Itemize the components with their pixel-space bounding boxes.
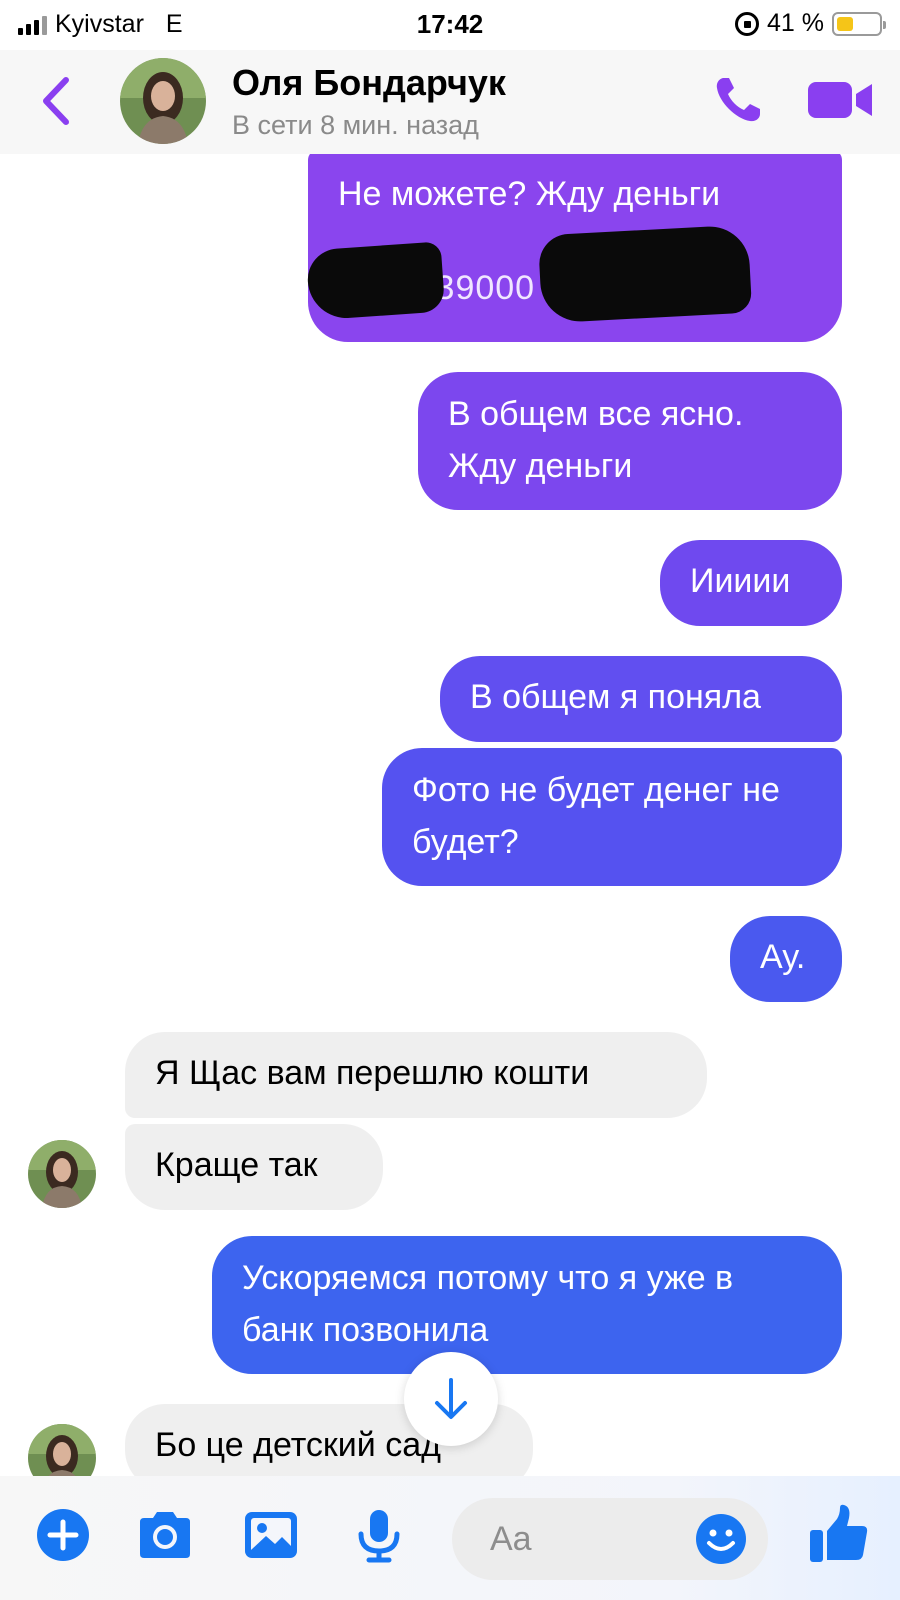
message-bubble[interactable]: Краще так: [125, 1124, 383, 1210]
sender-avatar[interactable]: [28, 1140, 96, 1208]
contact-name[interactable]: Оля Бондарчук: [232, 62, 506, 104]
redaction-mark: [305, 241, 446, 321]
message-text: В общем я поняла: [470, 678, 761, 716]
message-input[interactable]: Aa: [452, 1498, 768, 1580]
contact-status: В сети 8 мин. назад: [232, 110, 479, 140]
plus-icon[interactable]: [34, 1506, 92, 1564]
message-list[interactable]: Не можете? Жду деньги 4149439000 В общем…: [0, 154, 900, 1476]
avatar[interactable]: [120, 58, 206, 144]
back-icon[interactable]: [38, 76, 78, 126]
battery-percent: 41 %: [767, 9, 824, 37]
message-text: В общем все ясно. Жду деньги: [448, 395, 744, 485]
message-bubble[interactable]: Не можете? Жду деньги 4149439000: [305, 154, 842, 342]
emoji-icon[interactable]: [694, 1512, 748, 1566]
status-right: 41 %: [735, 9, 886, 38]
conversation-header: Оля Бондарчук В сети 8 мин. назад: [0, 50, 900, 154]
message-input-placeholder: Aa: [490, 1520, 532, 1558]
message-text: Краще так: [155, 1146, 318, 1184]
message-text: Ау.: [760, 938, 806, 976]
battery-icon: [832, 11, 886, 36]
message-text: Фото не будет денег не будет?: [412, 771, 780, 861]
status-bar: Kyivstar E 17:42 41 %: [0, 0, 900, 50]
message-text: Я Щас вам перешлю кошти: [155, 1054, 590, 1092]
arrow-down-icon: [435, 1378, 467, 1419]
phone-icon[interactable]: [710, 72, 766, 128]
sender-avatar[interactable]: [28, 1424, 96, 1476]
message-bubble[interactable]: Я Щас вам перешлю кошти: [125, 1032, 707, 1118]
composer-bar: Aa: [0, 1476, 900, 1600]
scroll-to-bottom-button[interactable]: [404, 1352, 498, 1446]
gallery-icon[interactable]: [242, 1506, 300, 1564]
redaction-mark: [537, 224, 753, 324]
video-camera-icon[interactable]: [808, 78, 874, 122]
message-bubble[interactable]: Фото не будет денег не будет?: [382, 748, 842, 886]
thumbs-up-icon[interactable]: [806, 1502, 870, 1566]
message-bubble[interactable]: В общем все ясно. Жду деньги: [418, 372, 842, 510]
message-text: Иииии: [690, 562, 791, 600]
message-bubble[interactable]: Ускоряемся потому что я уже в банк позво…: [212, 1236, 842, 1374]
battery-fill: [837, 16, 854, 31]
microphone-icon[interactable]: [350, 1506, 408, 1564]
camera-icon[interactable]: [136, 1506, 194, 1564]
message-text: Ускоряемся потому что я уже в банк позво…: [242, 1259, 734, 1349]
message-bubble[interactable]: Ау.: [730, 916, 842, 1002]
message-text: Не можете? Жду деньги: [338, 175, 721, 213]
message-bubble[interactable]: В общем я поняла: [440, 656, 842, 742]
rotation-lock-icon: [735, 11, 760, 36]
message-bubble[interactable]: Иииии: [660, 540, 842, 626]
